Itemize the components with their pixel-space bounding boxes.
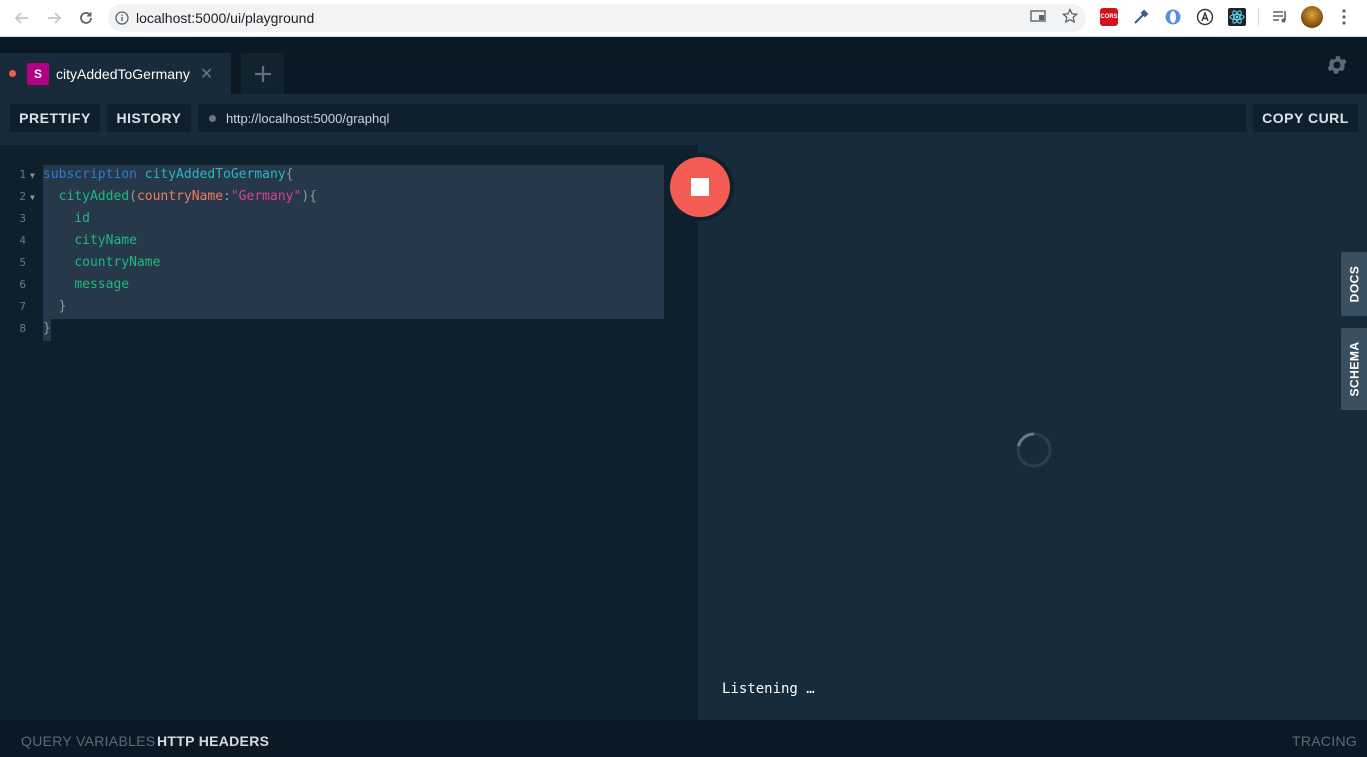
line-number: 6 bbox=[19, 278, 26, 291]
argument-name: countryName bbox=[136, 189, 224, 204]
arrow-right-icon bbox=[48, 12, 62, 24]
cors-icon[interactable]: CORS bbox=[1098, 6, 1120, 28]
playground-tabbar: S cityAddedToGermany ✕ bbox=[0, 37, 1367, 94]
tab-title: cityAddedToGermany bbox=[56, 65, 190, 82]
stop-button-circle bbox=[670, 157, 730, 217]
field-name: cityAdded bbox=[58, 189, 130, 204]
tracing-tab[interactable]: TRACING bbox=[1292, 733, 1357, 749]
fold-arrow-icon[interactable]: ▼ bbox=[30, 165, 35, 187]
playlist-icon[interactable] bbox=[1269, 6, 1291, 28]
code-line: 8 } bbox=[0, 318, 698, 340]
line-number: 8 bbox=[19, 322, 26, 335]
code-line: 6 message bbox=[0, 274, 698, 296]
settings-button[interactable] bbox=[1325, 53, 1349, 77]
plus-icon bbox=[254, 65, 271, 82]
code-line: 1 ▼ subscription cityAddedToGermany{ bbox=[0, 164, 698, 186]
http-headers-tab[interactable]: HTTP HEADERS bbox=[157, 733, 269, 749]
avatar[interactable] bbox=[1301, 6, 1323, 28]
eyedropper-icon[interactable] bbox=[1130, 6, 1152, 28]
endpoint-input[interactable]: http://localhost:5000/graphql bbox=[198, 104, 1246, 132]
prettify-button[interactable]: PRETTIFY bbox=[10, 104, 100, 132]
docs-tab[interactable]: DOCS bbox=[1341, 252, 1367, 316]
bottom-bar: QUERY VARIABLES HTTP HEADERS TRACING bbox=[0, 720, 1367, 757]
schema-tab[interactable]: SCHEMA bbox=[1341, 328, 1367, 410]
star-icon[interactable] bbox=[1062, 8, 1078, 24]
close-icon[interactable]: ✕ bbox=[200, 64, 213, 84]
punctuation: ( bbox=[129, 189, 137, 204]
string-value: "Germany" bbox=[230, 189, 302, 204]
react-icon[interactable] bbox=[1226, 6, 1248, 28]
browser-chrome: localhost:5000/ui/playground CORS bbox=[0, 0, 1367, 37]
subscription-status-text: Listening … bbox=[722, 681, 815, 697]
endpoint-url: http://localhost:5000/graphql bbox=[226, 110, 390, 126]
history-button[interactable]: HISTORY bbox=[107, 104, 191, 132]
arrow-left-icon bbox=[14, 12, 28, 24]
a-icon[interactable] bbox=[1194, 6, 1216, 28]
code-line: 3 id bbox=[0, 208, 698, 230]
punctuation: { bbox=[285, 167, 294, 182]
stop-icon bbox=[691, 178, 709, 196]
forward-button[interactable] bbox=[42, 6, 66, 30]
line-number: 5 bbox=[19, 256, 26, 269]
punctuation: } bbox=[58, 299, 67, 314]
back-button[interactable] bbox=[10, 6, 34, 30]
field-name: cityName bbox=[74, 233, 137, 248]
cast-icon[interactable] bbox=[1030, 8, 1046, 24]
field-name: message bbox=[74, 277, 130, 292]
stop-subscription-button[interactable] bbox=[666, 153, 734, 221]
gear-icon bbox=[1327, 56, 1347, 74]
add-tab-button[interactable] bbox=[241, 53, 284, 94]
playground-toolbar: PRETTIFY HISTORY http://localhost:5000/g… bbox=[0, 94, 1367, 145]
operation-name: cityAddedToGermany bbox=[144, 167, 286, 182]
line-number: 4 bbox=[19, 234, 26, 247]
connection-status-icon bbox=[209, 114, 216, 122]
code-line: 2 ▼ cityAdded(countryName:"Germany"){ bbox=[0, 186, 698, 208]
kebab-menu-icon[interactable] bbox=[1333, 6, 1355, 28]
docs-tab-label: DOCS bbox=[1347, 265, 1362, 303]
circle-icon[interactable] bbox=[1162, 6, 1184, 28]
schema-tab-label: SCHEMA bbox=[1347, 341, 1362, 397]
address-bar[interactable]: localhost:5000/ui/playground bbox=[108, 4, 1086, 32]
code-line: 7 } bbox=[0, 296, 698, 318]
keyword: subscription bbox=[43, 167, 137, 182]
field-name: countryName bbox=[74, 255, 161, 270]
query-editor[interactable]: 1 ▼ subscription cityAddedToGermany{ 2 ▼… bbox=[0, 145, 698, 720]
url-text: localhost:5000/ui/playground bbox=[136, 10, 315, 26]
query-variables-tab[interactable]: QUERY VARIABLES bbox=[21, 733, 155, 749]
fold-arrow-icon[interactable]: ▼ bbox=[30, 187, 35, 209]
subscription-badge: S bbox=[27, 62, 49, 85]
line-number: 3 bbox=[19, 212, 26, 225]
line-number: 2 bbox=[19, 190, 26, 203]
copy-curl-button[interactable]: COPY CURL bbox=[1253, 104, 1358, 132]
punctuation: } bbox=[43, 321, 51, 336]
code-line: 5 countryName bbox=[0, 252, 698, 274]
line-number: 1 bbox=[19, 168, 26, 181]
info-icon[interactable] bbox=[108, 11, 136, 25]
punctuation: : bbox=[223, 189, 231, 204]
unsaved-dot-icon bbox=[9, 70, 16, 77]
tab-cityaddedtogermany[interactable]: S cityAddedToGermany ✕ bbox=[0, 53, 231, 94]
reload-button[interactable] bbox=[74, 6, 98, 30]
loading-spinner-icon bbox=[1016, 432, 1052, 468]
line-number: 7 bbox=[19, 300, 26, 313]
field-name: id bbox=[74, 211, 90, 226]
punctuation: ){ bbox=[301, 189, 317, 204]
reload-icon bbox=[80, 12, 92, 24]
divider bbox=[1258, 8, 1259, 26]
code-line: 4 cityName bbox=[0, 230, 698, 252]
